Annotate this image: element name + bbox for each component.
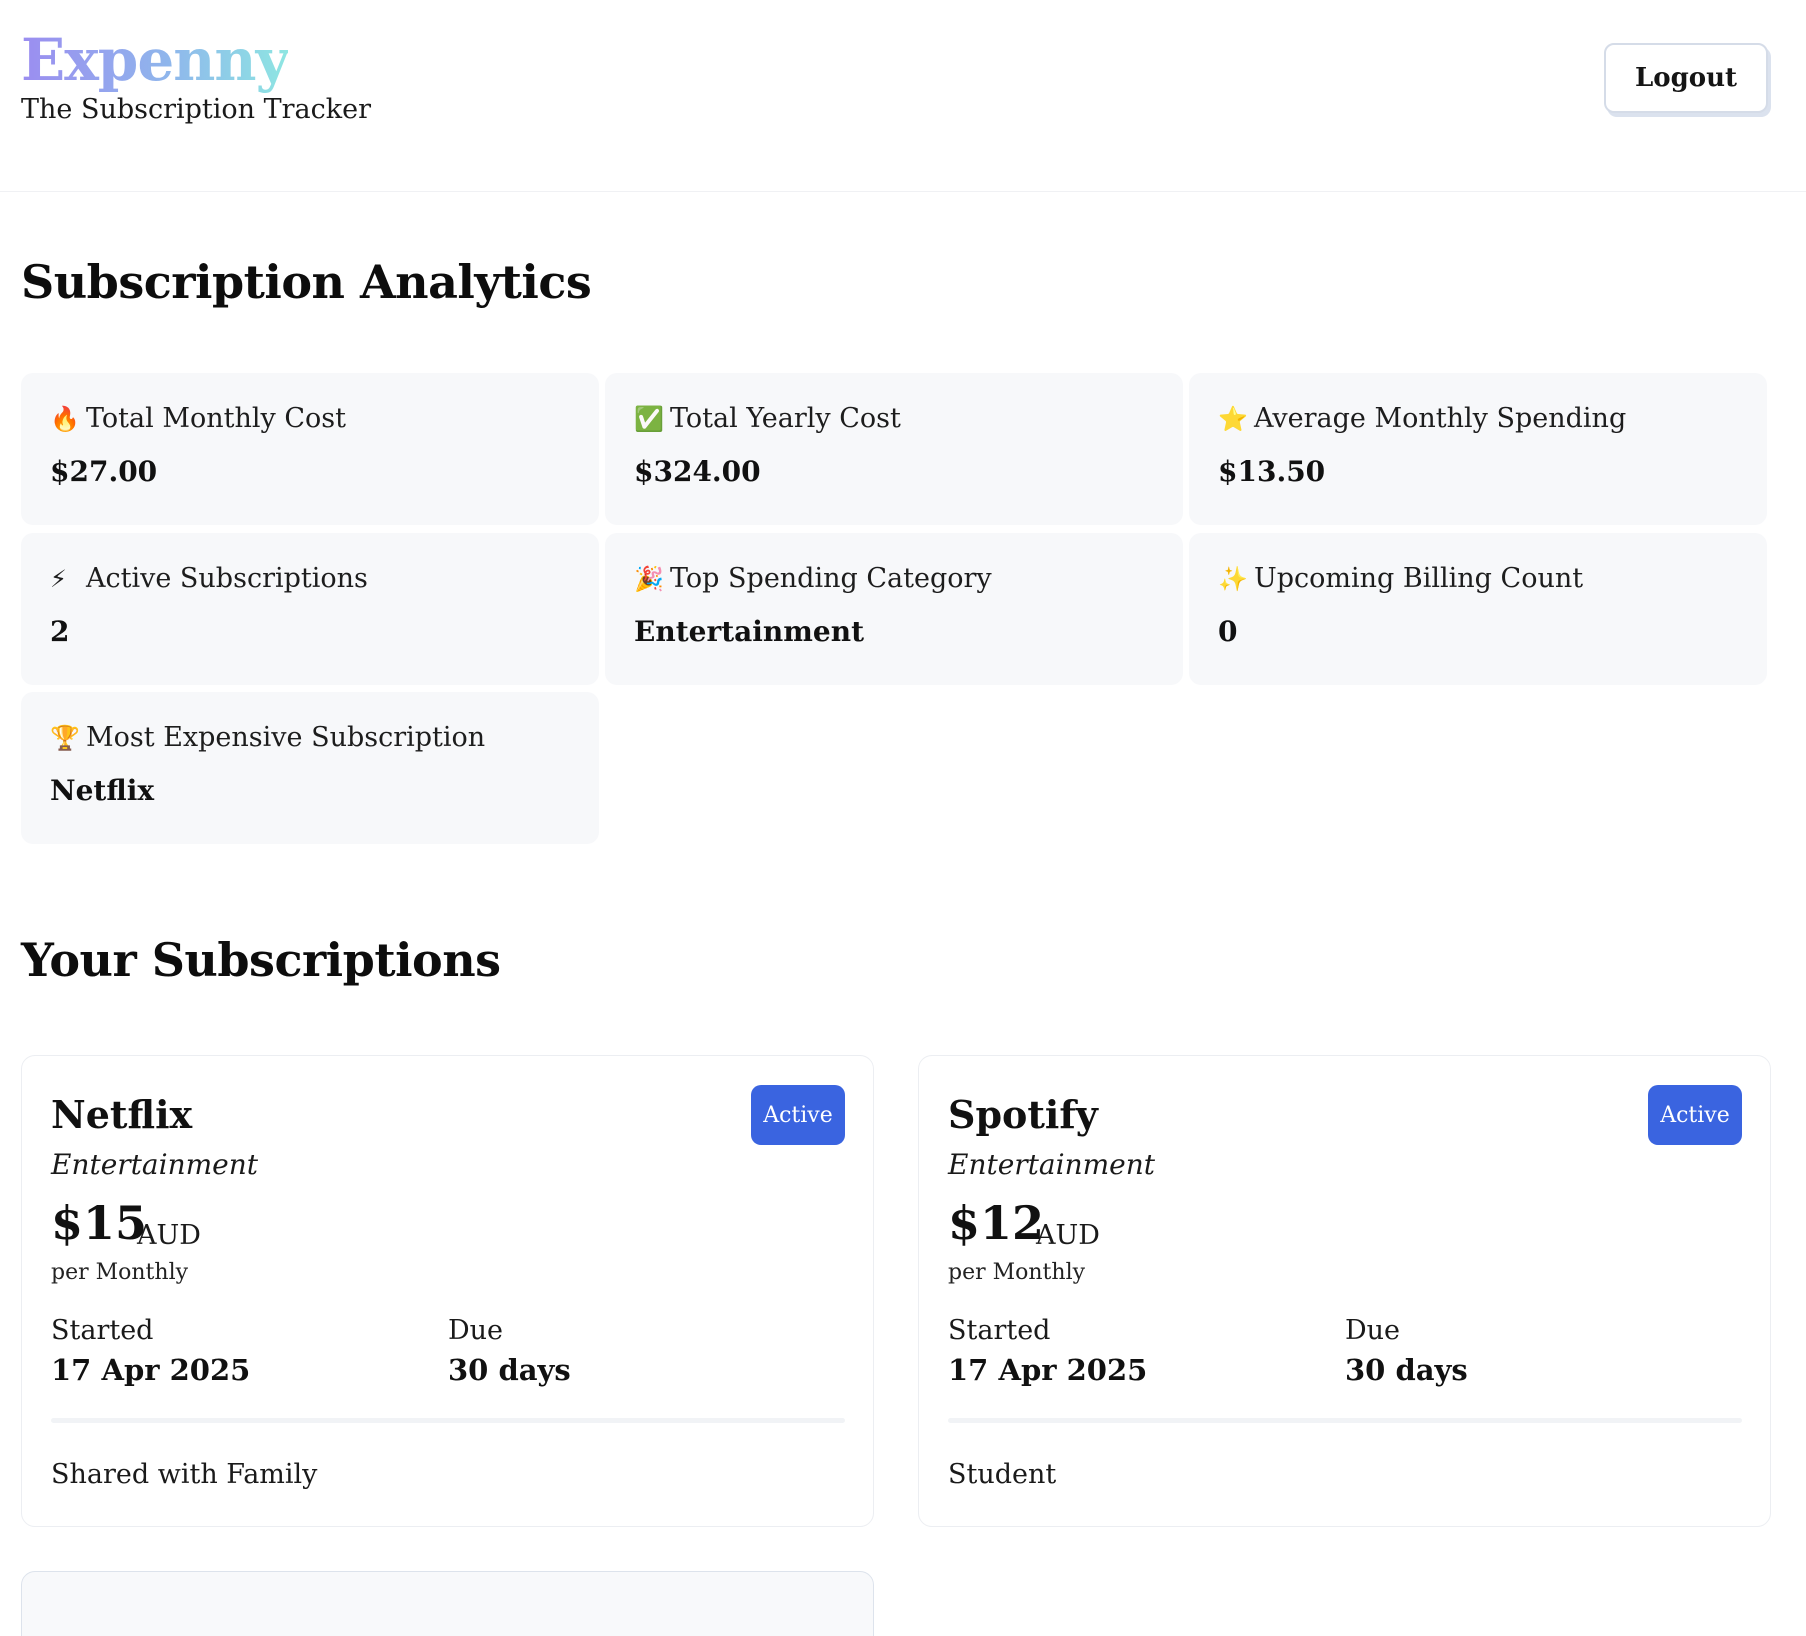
status-badge: Active — [1648, 1085, 1742, 1145]
card-divider — [51, 1418, 845, 1423]
due-label: Due — [1345, 1315, 1401, 1346]
trophy-icon: 🏆 — [50, 724, 80, 752]
app-logo[interactable]: Expenny — [21, 22, 289, 98]
check-mark-icon: ✅ — [634, 405, 664, 433]
subscription-note: Shared with Family — [51, 1459, 318, 1490]
due-label: Due — [448, 1315, 504, 1346]
subscription-card-netflix[interactable]: Netflix Active Entertainment $15 AUD per… — [21, 1055, 874, 1527]
subscription-price: $15 — [51, 1196, 148, 1250]
subscription-name: Netflix — [51, 1092, 193, 1137]
stat-label: Total Monthly Cost — [86, 403, 346, 434]
stat-value: $27.00 — [50, 455, 158, 488]
subscription-currency: AUD — [137, 1220, 201, 1251]
stat-label: Average Monthly Spending — [1254, 403, 1627, 434]
stat-label: Top Spending Category — [670, 563, 992, 594]
fire-icon: 🔥 — [50, 405, 80, 433]
started-label: Started — [948, 1315, 1051, 1346]
started-label: Started — [51, 1315, 154, 1346]
stat-value: Netflix — [50, 774, 155, 807]
subscription-name: Spotify — [948, 1092, 1098, 1137]
started-value: 17 Apr 2025 — [51, 1353, 251, 1387]
stat-value: 2 — [50, 615, 70, 648]
stat-value: $13.50 — [1218, 455, 1326, 488]
subscription-category: Entertainment — [51, 1148, 259, 1181]
subscription-note: Student — [948, 1459, 1057, 1490]
due-value: 30 days — [1345, 1353, 1468, 1387]
subscription-currency: AUD — [1036, 1220, 1100, 1251]
stat-total-yearly-cost: ✅ Total Yearly Cost $324.00 — [605, 373, 1183, 525]
subscriptions-heading: Your Subscriptions — [21, 933, 501, 987]
stat-active-subscriptions: ⚡ Active Subscriptions 2 — [21, 533, 599, 685]
subscription-card-spotify[interactable]: Spotify Active Entertainment $12 AUD per… — [918, 1055, 1771, 1527]
stat-value: 0 — [1218, 615, 1238, 648]
status-badge: Active — [751, 1085, 845, 1145]
app-tagline: The Subscription Tracker — [21, 94, 372, 125]
sparkles-icon: ✨ — [1218, 565, 1248, 593]
subscription-category: Entertainment — [948, 1148, 1156, 1181]
analytics-heading: Subscription Analytics — [21, 255, 592, 309]
stat-value: $324.00 — [634, 455, 761, 488]
started-value: 17 Apr 2025 — [948, 1353, 1148, 1387]
logout-button[interactable]: Logout — [1604, 43, 1768, 113]
billing-period: per Monthly — [51, 1260, 189, 1285]
due-value: 30 days — [448, 1353, 571, 1387]
stat-label: Upcoming Billing Count — [1254, 563, 1584, 594]
stat-label: Active Subscriptions — [86, 563, 368, 594]
stat-label: Most Expensive Subscription — [86, 722, 486, 753]
subscription-price: $12 — [948, 1196, 1045, 1250]
card-divider — [948, 1418, 1742, 1423]
stat-value: Entertainment — [634, 615, 865, 648]
stat-total-monthly-cost: 🔥 Total Monthly Cost $27.00 — [21, 373, 599, 525]
star-icon: ⭐ — [1218, 405, 1248, 433]
stat-average-monthly-spending: ⭐ Average Monthly Spending $13.50 — [1189, 373, 1767, 525]
stat-most-expensive-subscription: 🏆 Most Expensive Subscription Netflix — [21, 692, 599, 844]
lightning-icon: ⚡ — [50, 565, 67, 593]
stat-label: Total Yearly Cost — [670, 403, 901, 434]
stat-top-spending-category: 🎉 Top Spending Category Entertainment — [605, 533, 1183, 685]
party-popper-icon: 🎉 — [634, 565, 664, 593]
billing-period: per Monthly — [948, 1260, 1086, 1285]
add-subscription-card[interactable] — [21, 1571, 874, 1636]
app-header: Expenny The Subscription Tracker Logout — [0, 0, 1806, 192]
stat-upcoming-billing-count: ✨ Upcoming Billing Count 0 — [1189, 533, 1767, 685]
